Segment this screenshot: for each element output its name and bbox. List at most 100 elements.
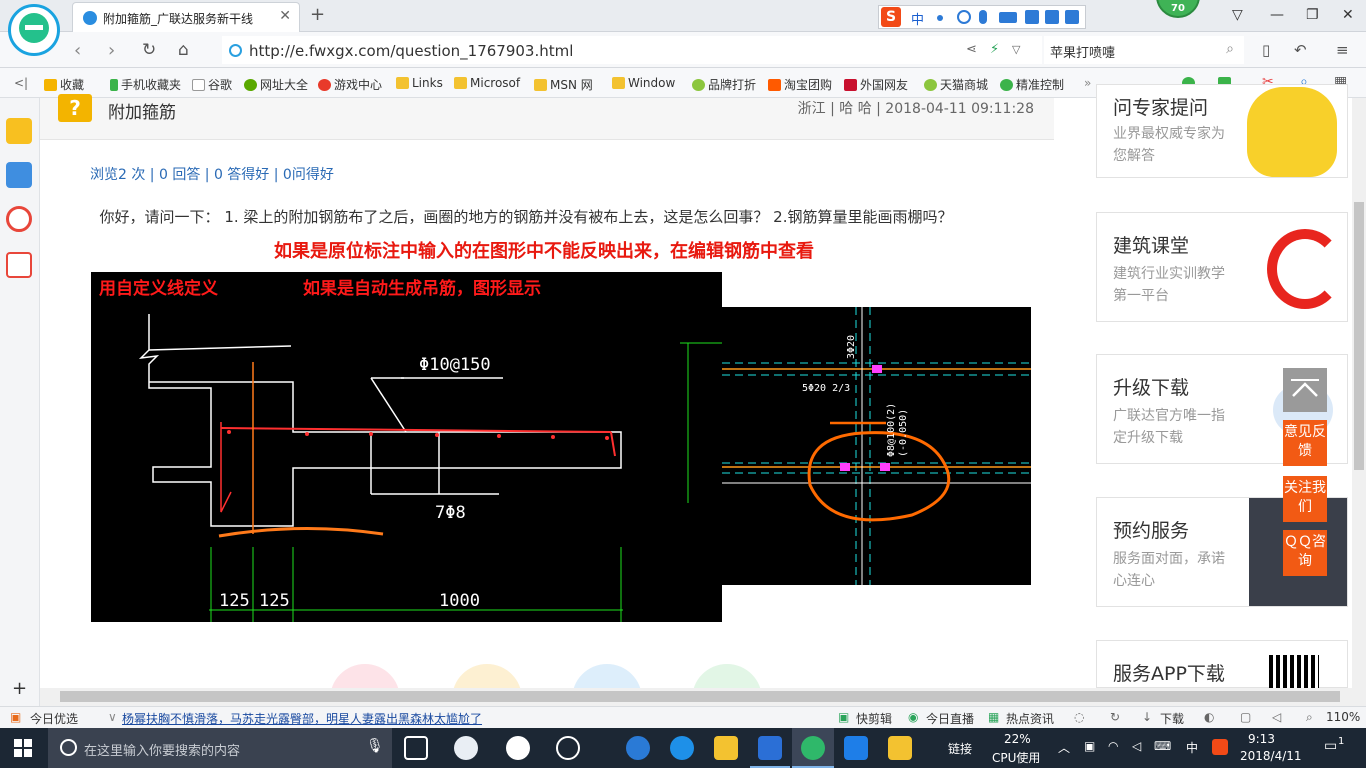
- scrollbar-thumb[interactable]: [60, 691, 1340, 702]
- bookmark-item[interactable]: 收藏: [44, 76, 84, 93]
- bookmark-item[interactable]: Links: [396, 76, 443, 90]
- vertical-scrollbar[interactable]: [1352, 98, 1366, 706]
- bookmark-item[interactable]: 淘宝团购: [768, 76, 832, 93]
- skin-button-icon[interactable]: ▽: [1232, 7, 1243, 23]
- app-icon[interactable]: [454, 736, 478, 760]
- back-button[interactable]: ‹: [74, 40, 81, 61]
- clock-time[interactable]: 9:13: [1248, 732, 1275, 746]
- horizontal-scrollbar[interactable]: [40, 688, 1366, 706]
- status-item[interactable]: 下载: [1160, 710, 1184, 727]
- expand-icon[interactable]: ∨: [108, 710, 117, 724]
- app-icon[interactable]: [844, 736, 868, 760]
- reading-list-icon[interactable]: [6, 162, 32, 188]
- forward-button[interactable]: ›: [108, 40, 115, 61]
- minimize-button[interactable]: —: [1270, 7, 1284, 23]
- weibo-icon[interactable]: [6, 206, 32, 232]
- back-to-top-button[interactable]: [1283, 368, 1327, 412]
- keyboard-icon[interactable]: [999, 12, 1017, 23]
- browser-360-icon[interactable]: [801, 736, 825, 760]
- skin-icon[interactable]: [1025, 10, 1039, 24]
- feedback-button[interactable]: 意见反馈: [1283, 420, 1327, 466]
- news-ticker-link[interactable]: 杨幂扶胸不慎滑落，马苏走光露臀部，明星人妻露出黑森林太尴尬了: [122, 710, 482, 727]
- bookmark-collapse-icon[interactable]: <|: [14, 76, 28, 90]
- bookmark-item[interactable]: 精准控制: [1000, 76, 1064, 93]
- taskbar-search-box[interactable]: 在这里输入你要搜索的内容 🎙: [48, 728, 392, 768]
- edge-legacy-icon[interactable]: [506, 736, 530, 760]
- night-mode-icon[interactable]: ◐: [1204, 710, 1214, 724]
- microphone-icon[interactable]: 🎙: [366, 738, 384, 754]
- bookmark-item[interactable]: 游戏中心: [318, 76, 382, 93]
- status-item[interactable]: 热点资讯: [1006, 710, 1054, 727]
- question-stats[interactable]: 浏览2 次 | 0 回答 | 0 答得好 | 0问得好: [90, 164, 334, 184]
- zoom-level[interactable]: 110%: [1326, 710, 1360, 724]
- app-icon[interactable]: [556, 736, 580, 760]
- favorites-star-icon[interactable]: [6, 118, 32, 144]
- wrench-icon[interactable]: [1065, 10, 1079, 24]
- browser-logo[interactable]: [8, 4, 60, 56]
- scrollbar-thumb[interactable]: [1354, 202, 1364, 470]
- task-view-icon[interactable]: [404, 736, 428, 760]
- search-box[interactable]: 苹果打喷嚏 ⌕: [1044, 36, 1244, 64]
- tab-active[interactable]: 附加箍筋_广联达服务新干线 ✕: [72, 2, 300, 32]
- wifi-icon[interactable]: ◠: [1108, 739, 1118, 753]
- refresh-icon[interactable]: ↻: [1110, 710, 1120, 724]
- speed-mode-icon[interactable]: ⚡: [990, 42, 999, 57]
- mail-icon[interactable]: [6, 252, 32, 278]
- bookmark-item[interactable]: MSN 网: [534, 76, 593, 93]
- punctuation-icon[interactable]: [937, 15, 943, 21]
- sound-icon[interactable]: ◁: [1272, 710, 1281, 724]
- windows-start-icon[interactable]: [14, 739, 32, 757]
- bookmark-item[interactable]: Microsof: [454, 76, 520, 90]
- bookmark-item[interactable]: Window: [612, 76, 675, 90]
- new-tab-button[interactable]: +: [310, 4, 325, 25]
- reload-button[interactable]: ↻: [142, 40, 156, 60]
- maximize-button[interactable]: ❐: [1306, 7, 1319, 23]
- ad-expert[interactable]: 问专家提问 业界最权威专家为您解答: [1096, 84, 1348, 178]
- ad-app[interactable]: 服务APP下载: [1096, 640, 1348, 689]
- sogou-tray-icon[interactable]: [1212, 739, 1228, 755]
- ime-toolbar[interactable]: S 中: [878, 5, 1086, 29]
- share-icon[interactable]: ⋖: [966, 42, 977, 57]
- action-center-icon[interactable]: ▭: [1324, 738, 1337, 754]
- clock-date[interactable]: 2018/4/11: [1240, 749, 1302, 763]
- shirt-icon[interactable]: [1045, 10, 1059, 24]
- mobile-icon[interactable]: ▯: [1262, 41, 1270, 59]
- follow-us-button[interactable]: 关注我们: [1283, 476, 1327, 522]
- tray-expand-icon[interactable]: ︿: [1058, 739, 1070, 756]
- status-item[interactable]: 今日直播: [926, 710, 974, 727]
- close-tab-icon[interactable]: ✕: [279, 8, 291, 24]
- dropdown-icon[interactable]: ▽: [1012, 43, 1020, 56]
- bookmark-item[interactable]: 外国网友: [844, 76, 908, 93]
- url-field[interactable]: http://e.fwxgx.com/question_1767903.html: [222, 36, 1042, 64]
- status-item[interactable]: 快剪辑: [856, 710, 892, 727]
- qq-consult-button[interactable]: ＱＱ咨询: [1283, 530, 1327, 576]
- volume-icon[interactable]: ◁: [1132, 739, 1141, 753]
- keyboard-icon[interactable]: ⌨: [1154, 739, 1171, 753]
- ie-icon[interactable]: [670, 736, 694, 760]
- bookmark-item[interactable]: 网址大全: [244, 76, 308, 93]
- microphone-icon[interactable]: [979, 10, 987, 24]
- links-label[interactable]: 链接: [948, 740, 972, 757]
- bookmark-item[interactable]: 品牌打折: [692, 76, 756, 93]
- more-bookmarks-icon[interactable]: »: [1084, 76, 1091, 90]
- ime-lang[interactable]: 中: [911, 9, 924, 28]
- home-button[interactable]: ⌂: [178, 40, 189, 60]
- file-explorer-icon[interactable]: [714, 736, 738, 760]
- menu-icon[interactable]: ≡: [1336, 41, 1349, 59]
- notepad-icon[interactable]: [888, 736, 912, 760]
- notification-badge[interactable]: 70: [1156, 0, 1200, 18]
- bookmark-item[interactable]: 手机收藏夹: [110, 76, 181, 93]
- add-sidebar-button[interactable]: +: [12, 678, 27, 699]
- bookmark-item[interactable]: 谷歌: [192, 76, 232, 93]
- undo-icon[interactable]: ↶: [1294, 41, 1307, 59]
- ime-indicator[interactable]: 中: [1186, 739, 1198, 756]
- search-icon[interactable]: ⌕: [1226, 41, 1234, 57]
- bookmark-item[interactable]: 天猫商城: [924, 76, 988, 93]
- window-icon[interactable]: ▢: [1240, 710, 1251, 724]
- emoji-icon[interactable]: [957, 10, 971, 24]
- tray-app-icon[interactable]: ▣: [1084, 739, 1095, 753]
- daily-picks-label[interactable]: 今日优选: [30, 710, 78, 727]
- speed-icon[interactable]: ◌: [1074, 710, 1084, 724]
- close-window-button[interactable]: ✕: [1342, 7, 1354, 23]
- edge-icon[interactable]: [626, 736, 650, 760]
